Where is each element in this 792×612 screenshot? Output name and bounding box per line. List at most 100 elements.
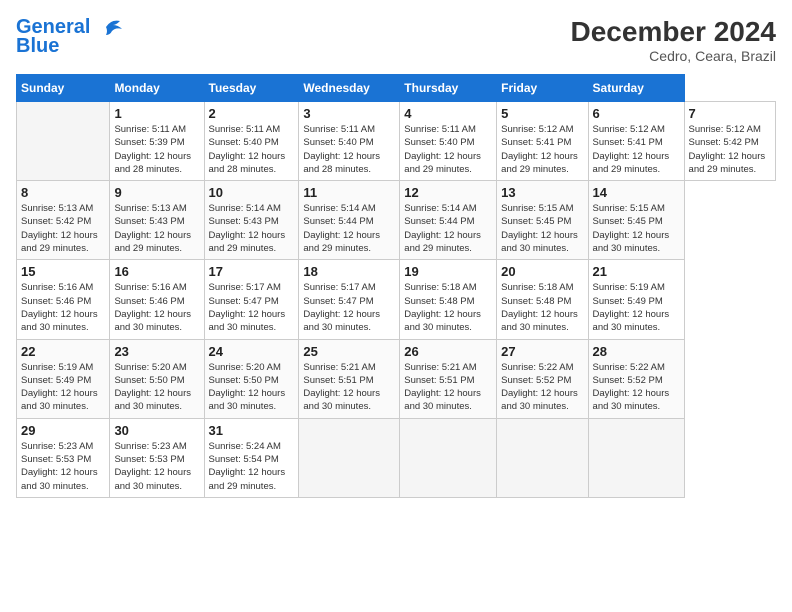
day-cell: 3 Sunrise: 5:11 AM Sunset: 5:40 PM Dayli… bbox=[299, 102, 400, 181]
day-number: 16 bbox=[114, 264, 199, 279]
day-number: 26 bbox=[404, 344, 492, 359]
location: Cedro, Ceara, Brazil bbox=[571, 48, 776, 64]
title-block: December 2024 Cedro, Ceara, Brazil bbox=[571, 16, 776, 64]
daylight-minutes: and 30 minutes. bbox=[21, 322, 89, 333]
daylight-minutes: and 28 minutes. bbox=[303, 164, 371, 175]
sunset-label: Sunset: 5:51 PM bbox=[404, 375, 474, 386]
day-number: 22 bbox=[21, 344, 105, 359]
day-number: 17 bbox=[209, 264, 295, 279]
day-info: Sunrise: 5:11 AM Sunset: 5:40 PM Dayligh… bbox=[404, 123, 492, 176]
logo: General Blue bbox=[16, 16, 124, 57]
sunset-label: Sunset: 5:45 PM bbox=[593, 216, 663, 227]
week-row-3: 15 Sunrise: 5:16 AM Sunset: 5:46 PM Dayl… bbox=[17, 260, 776, 339]
sunset-label: Sunset: 5:50 PM bbox=[114, 375, 184, 386]
daylight-minutes: and 30 minutes. bbox=[114, 322, 182, 333]
day-cell: 21 Sunrise: 5:19 AM Sunset: 5:49 PM Dayl… bbox=[588, 260, 684, 339]
day-cell: 15 Sunrise: 5:16 AM Sunset: 5:46 PM Dayl… bbox=[17, 260, 110, 339]
sunset-label: Sunset: 5:41 PM bbox=[593, 137, 663, 148]
day-cell bbox=[497, 418, 588, 497]
daylight-minutes: and 29 minutes. bbox=[593, 164, 661, 175]
day-info: Sunrise: 5:18 AM Sunset: 5:48 PM Dayligh… bbox=[501, 281, 583, 334]
week-row-1: 1 Sunrise: 5:11 AM Sunset: 5:39 PM Dayli… bbox=[17, 102, 776, 181]
day-cell bbox=[299, 418, 400, 497]
day-cell bbox=[588, 418, 684, 497]
day-info: Sunrise: 5:16 AM Sunset: 5:46 PM Dayligh… bbox=[21, 281, 105, 334]
sunset-label: Sunset: 5:53 PM bbox=[114, 454, 184, 465]
sunset-label: Sunset: 5:49 PM bbox=[593, 296, 663, 307]
daylight-minutes: and 29 minutes. bbox=[404, 164, 472, 175]
daylight-label: Daylight: 12 hours bbox=[21, 230, 98, 241]
day-cell: 31 Sunrise: 5:24 AM Sunset: 5:54 PM Dayl… bbox=[204, 418, 299, 497]
sunset-label: Sunset: 5:46 PM bbox=[114, 296, 184, 307]
daylight-minutes: and 30 minutes. bbox=[209, 322, 277, 333]
day-info: Sunrise: 5:11 AM Sunset: 5:40 PM Dayligh… bbox=[209, 123, 295, 176]
daylight-minutes: and 30 minutes. bbox=[209, 401, 277, 412]
daylight-label: Daylight: 12 hours bbox=[114, 467, 191, 478]
sunrise-label: Sunrise: 5:11 AM bbox=[303, 124, 375, 135]
sunset-label: Sunset: 5:44 PM bbox=[404, 216, 474, 227]
day-number: 27 bbox=[501, 344, 583, 359]
day-info: Sunrise: 5:16 AM Sunset: 5:46 PM Dayligh… bbox=[114, 281, 199, 334]
day-info: Sunrise: 5:21 AM Sunset: 5:51 PM Dayligh… bbox=[303, 361, 395, 414]
day-info: Sunrise: 5:12 AM Sunset: 5:42 PM Dayligh… bbox=[689, 123, 771, 176]
sunset-label: Sunset: 5:47 PM bbox=[209, 296, 279, 307]
sunset-label: Sunset: 5:40 PM bbox=[404, 137, 474, 148]
day-info: Sunrise: 5:11 AM Sunset: 5:40 PM Dayligh… bbox=[303, 123, 395, 176]
day-cell: 29 Sunrise: 5:23 AM Sunset: 5:53 PM Dayl… bbox=[17, 418, 110, 497]
daylight-minutes: and 28 minutes. bbox=[114, 164, 182, 175]
daylight-label: Daylight: 12 hours bbox=[303, 151, 380, 162]
daylight-label: Daylight: 12 hours bbox=[404, 151, 481, 162]
month-title: December 2024 bbox=[571, 16, 776, 48]
daylight-minutes: and 29 minutes. bbox=[209, 243, 277, 254]
sunset-label: Sunset: 5:40 PM bbox=[303, 137, 373, 148]
daylight-minutes: and 30 minutes. bbox=[593, 401, 661, 412]
day-number: 13 bbox=[501, 185, 583, 200]
day-number: 18 bbox=[303, 264, 395, 279]
daylight-label: Daylight: 12 hours bbox=[501, 230, 578, 241]
col-wednesday: Wednesday bbox=[299, 75, 400, 102]
daylight-minutes: and 30 minutes. bbox=[303, 401, 371, 412]
daylight-label: Daylight: 12 hours bbox=[404, 309, 481, 320]
logo-bird-icon bbox=[98, 17, 124, 39]
col-thursday: Thursday bbox=[400, 75, 497, 102]
daylight-label: Daylight: 12 hours bbox=[209, 230, 286, 241]
page-header: General Blue December 2024 Cedro, Ceara,… bbox=[16, 16, 776, 64]
day-number: 15 bbox=[21, 264, 105, 279]
daylight-label: Daylight: 12 hours bbox=[209, 151, 286, 162]
sunset-label: Sunset: 5:43 PM bbox=[114, 216, 184, 227]
col-tuesday: Tuesday bbox=[204, 75, 299, 102]
day-number: 24 bbox=[209, 344, 295, 359]
daylight-minutes: and 30 minutes. bbox=[501, 401, 569, 412]
sunset-label: Sunset: 5:52 PM bbox=[593, 375, 663, 386]
sunrise-label: Sunrise: 5:15 AM bbox=[593, 203, 665, 214]
sunrise-label: Sunrise: 5:22 AM bbox=[501, 362, 573, 373]
header-row: Sunday Monday Tuesday Wednesday Thursday… bbox=[17, 75, 776, 102]
day-cell: 16 Sunrise: 5:16 AM Sunset: 5:46 PM Dayl… bbox=[110, 260, 204, 339]
sunrise-label: Sunrise: 5:17 AM bbox=[209, 282, 281, 293]
daylight-minutes: and 29 minutes. bbox=[501, 164, 569, 175]
daylight-minutes: and 29 minutes. bbox=[209, 481, 277, 492]
sunrise-label: Sunrise: 5:16 AM bbox=[21, 282, 93, 293]
week-row-2: 8 Sunrise: 5:13 AM Sunset: 5:42 PM Dayli… bbox=[17, 181, 776, 260]
daylight-label: Daylight: 12 hours bbox=[501, 309, 578, 320]
daylight-label: Daylight: 12 hours bbox=[21, 309, 98, 320]
day-info: Sunrise: 5:13 AM Sunset: 5:42 PM Dayligh… bbox=[21, 202, 105, 255]
daylight-minutes: and 29 minutes. bbox=[404, 243, 472, 254]
day-number: 21 bbox=[593, 264, 680, 279]
day-info: Sunrise: 5:19 AM Sunset: 5:49 PM Dayligh… bbox=[593, 281, 680, 334]
sunrise-label: Sunrise: 5:17 AM bbox=[303, 282, 375, 293]
day-cell: 23 Sunrise: 5:20 AM Sunset: 5:50 PM Dayl… bbox=[110, 339, 204, 418]
sunrise-label: Sunrise: 5:13 AM bbox=[21, 203, 93, 214]
day-info: Sunrise: 5:17 AM Sunset: 5:47 PM Dayligh… bbox=[303, 281, 395, 334]
daylight-label: Daylight: 12 hours bbox=[114, 151, 191, 162]
day-cell: 11 Sunrise: 5:14 AM Sunset: 5:44 PM Dayl… bbox=[299, 181, 400, 260]
day-info: Sunrise: 5:21 AM Sunset: 5:51 PM Dayligh… bbox=[404, 361, 492, 414]
sunset-label: Sunset: 5:45 PM bbox=[501, 216, 571, 227]
day-info: Sunrise: 5:14 AM Sunset: 5:44 PM Dayligh… bbox=[404, 202, 492, 255]
daylight-label: Daylight: 12 hours bbox=[501, 388, 578, 399]
sunrise-label: Sunrise: 5:22 AM bbox=[593, 362, 665, 373]
day-cell: 22 Sunrise: 5:19 AM Sunset: 5:49 PM Dayl… bbox=[17, 339, 110, 418]
day-cell: 5 Sunrise: 5:12 AM Sunset: 5:41 PM Dayli… bbox=[497, 102, 588, 181]
daylight-minutes: and 30 minutes. bbox=[404, 401, 472, 412]
day-cell: 12 Sunrise: 5:14 AM Sunset: 5:44 PM Dayl… bbox=[400, 181, 497, 260]
